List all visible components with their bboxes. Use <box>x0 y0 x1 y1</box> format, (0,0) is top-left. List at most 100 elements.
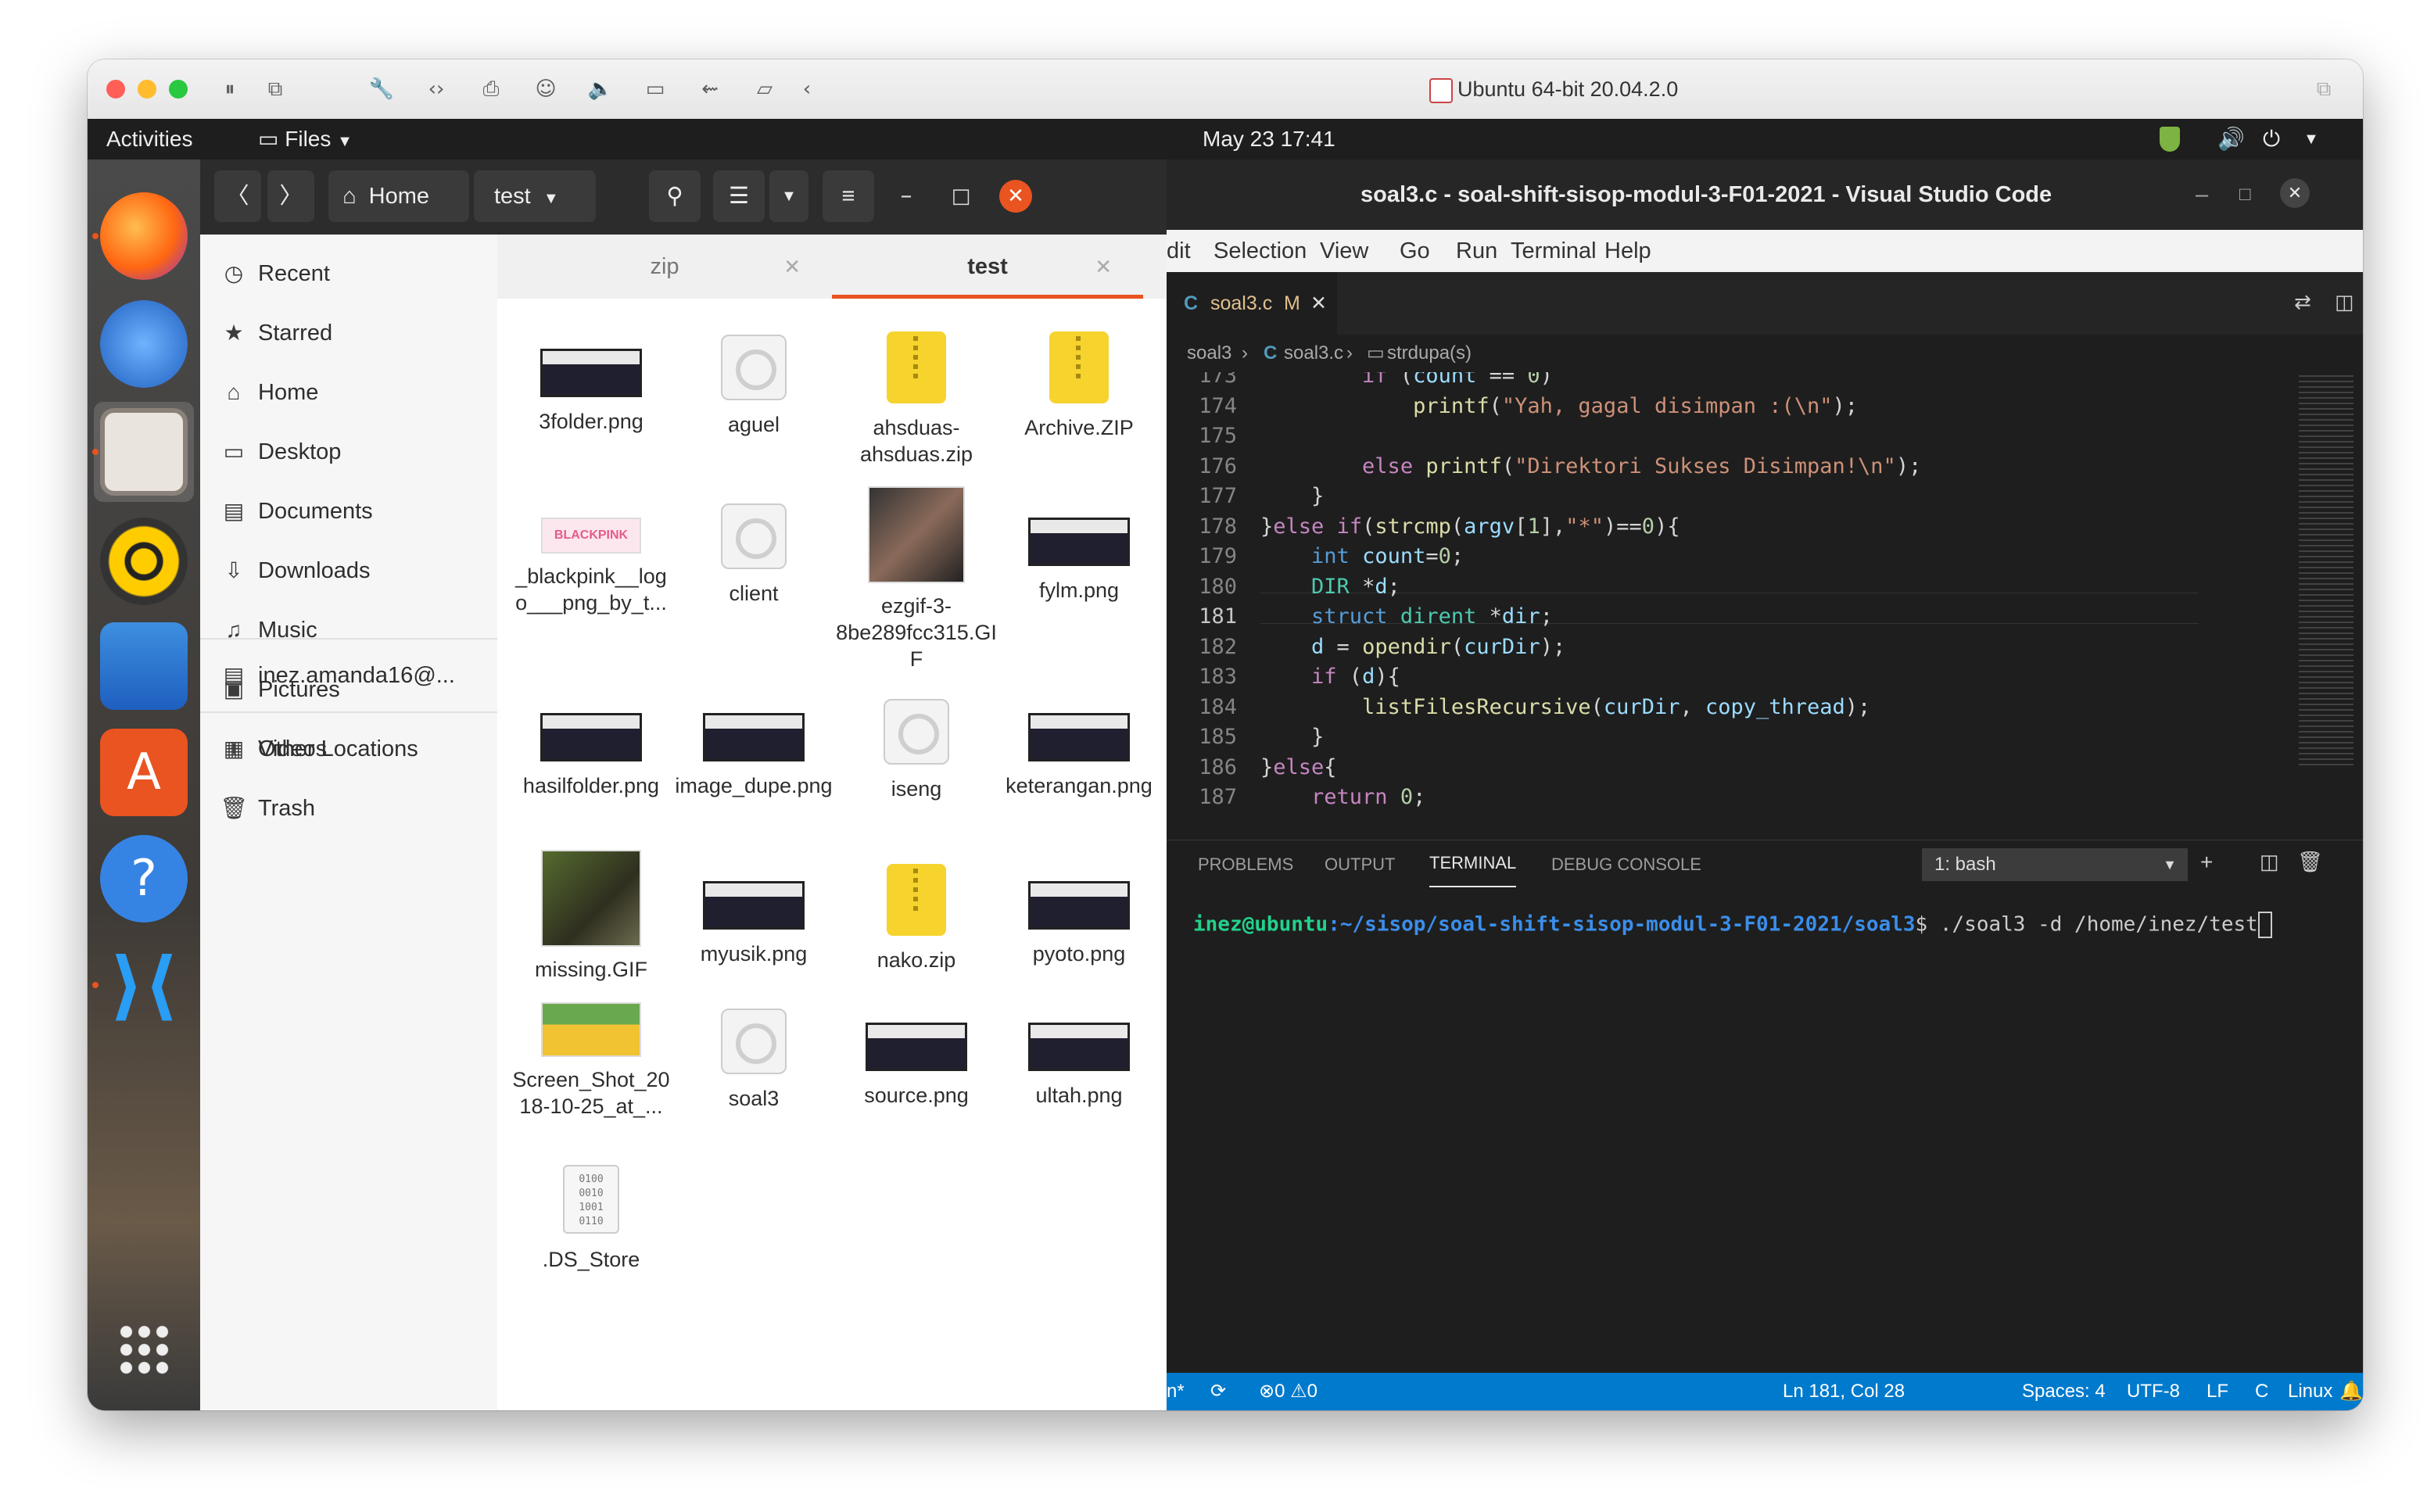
trash-icon[interactable]: 🗑 <box>2297 850 2323 874</box>
sidebar-item-downloads[interactable]: ⇩ Downloads <box>219 547 485 594</box>
file-item[interactable]: Screen_Shot_2018-10-25_at_... <box>510 999 672 1163</box>
sidebar-item-recent[interactable]: ◷ Recent <box>219 250 485 297</box>
activities-button[interactable]: Activities <box>106 119 192 159</box>
encoding[interactable]: UTF-8 <box>2127 1373 2180 1410</box>
caret-down-icon[interactable]: ▼ <box>2303 119 2319 159</box>
camera-icon[interactable]: ▭ <box>640 73 671 105</box>
menu-button[interactable]: ≡ <box>823 170 874 222</box>
pause-icon[interactable]: ⏸ <box>214 73 246 105</box>
os-indicator[interactable]: Linux <box>2288 1373 2332 1410</box>
snapshot-icon[interactable]: ⧉ <box>260 73 291 105</box>
minimap[interactable] <box>2293 372 2363 840</box>
bell-icon[interactable]: 🔔 <box>2339 1373 2363 1410</box>
help-icon[interactable]: ? <box>100 835 188 923</box>
clock[interactable]: May 23 17:41 <box>1203 119 1335 159</box>
file-item[interactable]: pyoto.png <box>998 858 1160 1022</box>
indentation[interactable]: Spaces: 4 <box>2022 1373 2106 1410</box>
minimize-button[interactable] <box>138 80 156 99</box>
path-home-button[interactable]: ⌂ Home <box>328 170 469 222</box>
printer-icon[interactable]: ⎙ <box>475 73 507 105</box>
code-editor[interactable]: 173 if (count == 0) 174 printf("Yah, gaga… <box>1167 372 2363 840</box>
close-button[interactable] <box>106 80 125 99</box>
menu-dit[interactable]: dit <box>1167 230 1191 272</box>
tab-output[interactable]: OUTPUT <box>1325 840 1395 889</box>
split-editor-icon[interactable]: ◫ <box>2335 291 2354 314</box>
sidebar-item-trash[interactable]: 🗑 Trash <box>219 785 485 832</box>
tab-debug-console[interactable]: DEBUG CONSOLE <box>1551 840 1701 889</box>
file-item[interactable]: myusik.png <box>672 858 835 1022</box>
breadcrumb-symbol[interactable]: strdupa(s) <box>1387 335 1472 372</box>
compare-icon[interactable]: ⇄ <box>2294 291 2311 314</box>
breadcrumb-folder[interactable]: soal3 <box>1187 335 1231 372</box>
file-item[interactable]: soal3 <box>672 999 835 1163</box>
file-item[interactable]: ezgif-3-8be289fcc315.GIF <box>835 486 998 671</box>
menu-go[interactable]: Go <box>1400 230 1430 272</box>
sidebar-item-network[interactable]: ▤ inez.amanda16@... <box>219 652 485 699</box>
split-terminal-icon[interactable]: ◫ <box>2260 850 2279 874</box>
sidebar-item-music[interactable]: ♫ Music <box>219 607 485 654</box>
menu-selection[interactable]: Selection <box>1214 230 1307 272</box>
restore-icon[interactable]: ⧉ <box>2308 73 2339 105</box>
vscode-icon[interactable]: ⟩⟨ <box>100 941 188 1029</box>
software-icon[interactable]: A <box>100 729 188 816</box>
minimize-button[interactable]: – <box>2196 159 2208 230</box>
files-icon[interactable] <box>100 408 188 496</box>
tab-test[interactable]: test ✕ <box>832 235 1143 299</box>
sidebar-item-other-locations[interactable]: + Other Locations <box>219 726 485 772</box>
sidebar-item-home[interactable]: ⌂ Home <box>219 369 485 416</box>
chevron-left-icon[interactable]: ‹ <box>791 73 823 105</box>
close-icon[interactable]: ✕ <box>1095 235 1112 299</box>
tab-zip[interactable]: zip ✕ <box>497 235 832 299</box>
minimize-button[interactable]: – <box>880 170 932 222</box>
firefox-icon[interactable] <box>100 192 188 280</box>
maximize-button[interactable]: □ <box>2239 159 2251 230</box>
file-item[interactable]: Archive.ZIP <box>998 325 1160 489</box>
menu-help[interactable]: Help <box>1604 230 1651 272</box>
view-options-button[interactable]: ▼ <box>769 170 808 222</box>
rhythmbox-icon[interactable] <box>100 518 188 605</box>
menu-run[interactable]: Run <box>1456 230 1497 272</box>
file-item[interactable]: hasilfolder.png <box>510 690 672 854</box>
terminal[interactable]: inez@ubuntu:~/sisop/soal-shift-sisop-mod… <box>1167 888 2363 1373</box>
tab-problems[interactable]: PROBLEMS <box>1198 840 1293 889</box>
file-item[interactable]: aguel <box>672 325 835 489</box>
breadcrumb-file[interactable]: soal3.c <box>1284 335 1343 372</box>
code-icon[interactable]: ‹› <box>421 73 452 105</box>
show-apps-icon[interactable] <box>117 1323 170 1376</box>
language-mode[interactable]: C <box>2255 1373 2268 1410</box>
sidebar-item-documents[interactable]: ▤ Documents <box>219 488 485 535</box>
tab-terminal[interactable]: TERMINAL <box>1429 840 1517 887</box>
file-item[interactable]: 0100 0010 1001 0110 .DS_Store <box>510 1159 672 1323</box>
close-icon[interactable]: ✕ <box>783 235 801 299</box>
sidebar-item-starred[interactable]: ★ Starred <box>219 310 485 357</box>
power-icon[interactable]: ⏻ <box>2263 119 2280 159</box>
file-item[interactable]: BLACKPINK _blackpink__logo___png_by_t... <box>510 494 672 658</box>
file-item[interactable]: ahsduas-ahsduas.zip <box>835 325 998 489</box>
close-button[interactable]: ✕ <box>999 180 1032 213</box>
plus-icon[interactable]: + <box>2200 850 2213 875</box>
terminal-select[interactable]: 1: bash ▼ <box>1922 848 2188 881</box>
sidebar-item-desktop[interactable]: ▭ Desktop <box>219 428 485 475</box>
menu-view[interactable]: View <box>1320 230 1368 272</box>
file-item[interactable]: image_dupe.png <box>672 690 835 854</box>
speaker-icon[interactable]: 🔈 <box>585 73 616 105</box>
file-item[interactable]: missing.GIF <box>510 850 672 1022</box>
search-button[interactable]: ⚲ <box>649 170 701 222</box>
file-item[interactable]: 3folder.png <box>510 325 672 489</box>
app-menu[interactable]: ▭ Files ▼ <box>258 119 353 162</box>
problems-indicator[interactable]: ⊗0 ⚠0 <box>1259 1373 1317 1410</box>
maximize-button[interactable]: □ <box>935 170 987 222</box>
wrench-icon[interactable]: 🔧 <box>366 73 397 105</box>
file-item[interactable]: keterangan.png <box>998 690 1160 854</box>
file-item[interactable]: source.png <box>835 999 998 1163</box>
file-item[interactable]: fylm.png <box>998 494 1160 658</box>
shield-icon[interactable] <box>2160 127 2180 152</box>
menu-terminal[interactable]: Terminal <box>1511 230 1597 272</box>
file-item[interactable]: iseng <box>835 690 998 854</box>
eol[interactable]: LF <box>2207 1373 2228 1410</box>
close-button[interactable]: ✕ <box>2280 178 2310 208</box>
close-icon[interactable]: ✕ <box>1310 272 1327 335</box>
view-list-button[interactable]: ☰ <box>713 170 765 222</box>
folder-share-icon[interactable]: ▱ <box>749 73 780 105</box>
volume-icon[interactable]: 🔊 <box>2217 119 2245 159</box>
